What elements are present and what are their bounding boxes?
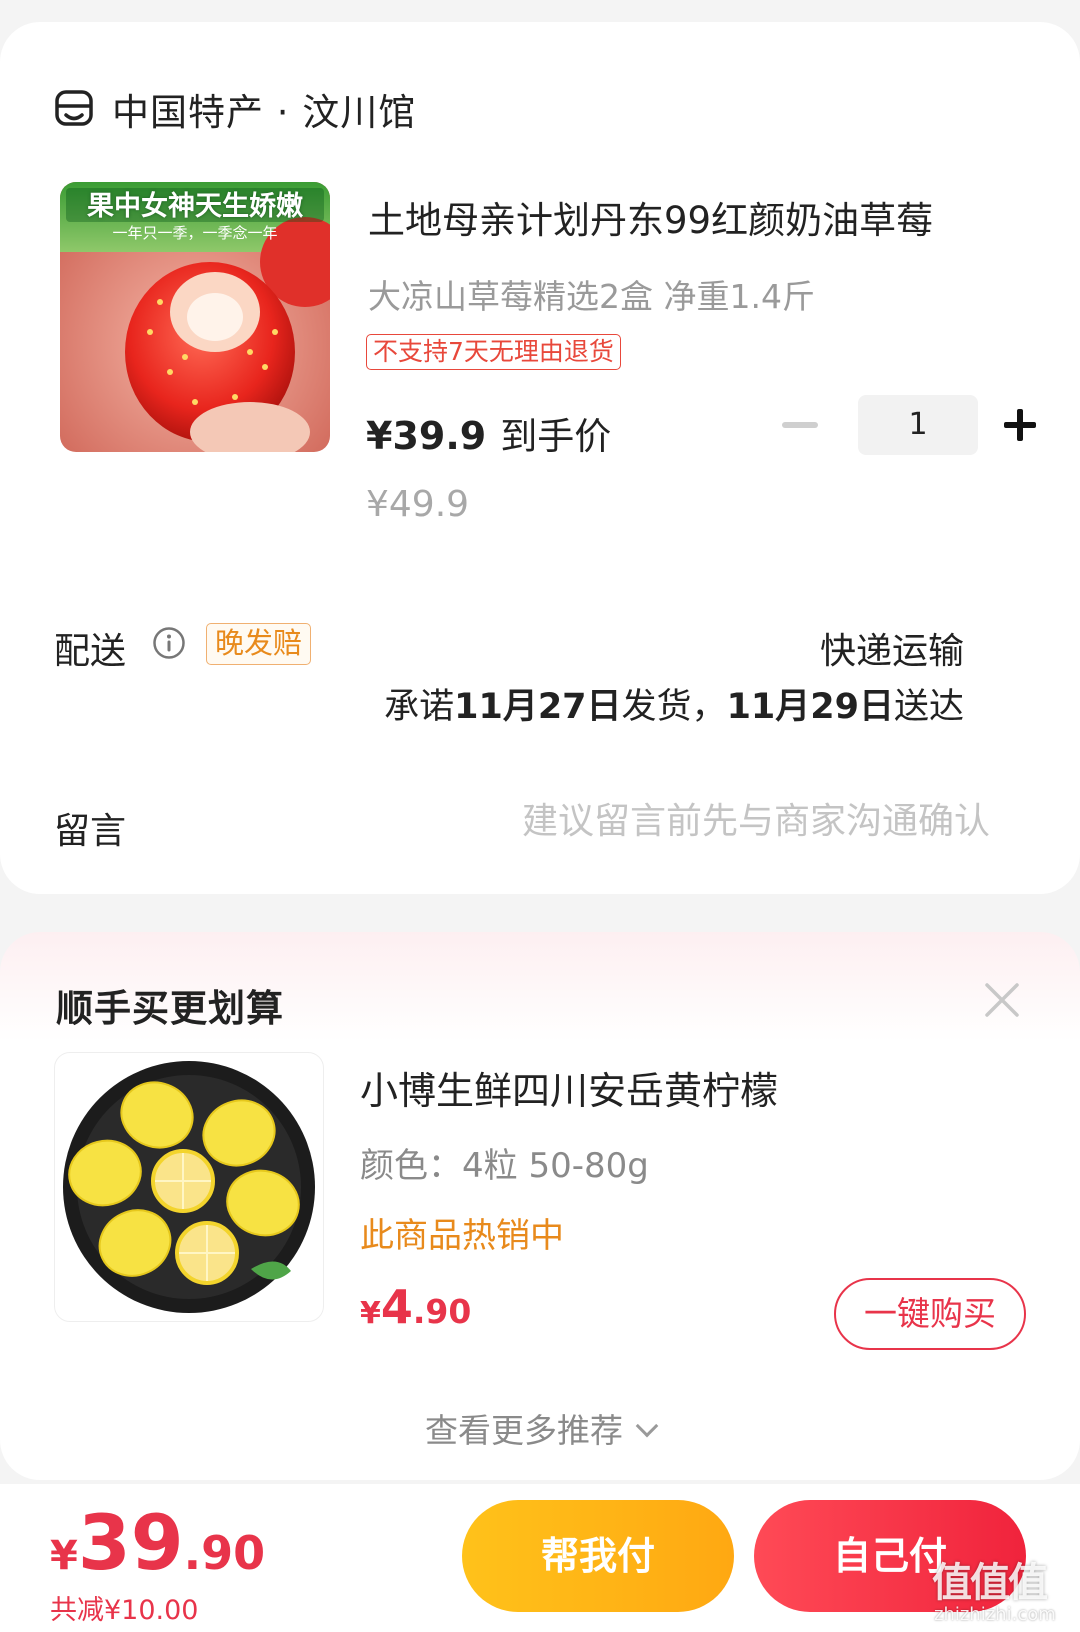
delivery-promise: 承诺11月27日发货，11月29日送达 bbox=[384, 678, 964, 729]
info-icon[interactable] bbox=[152, 626, 186, 660]
shop-icon bbox=[55, 90, 93, 126]
store-name: 中国特产 · 汶川馆 bbox=[112, 91, 417, 134]
ship-date: 11月27日 bbox=[454, 687, 622, 727]
recommend-card: 顺手买更划算 小博生鲜四川安岳黄柠檬 颜色：4粒 50-80g 此商品热销中 ¥… bbox=[0, 932, 1080, 1480]
recommend-item-image[interactable] bbox=[54, 1052, 324, 1322]
promise-suffix: 送达 bbox=[893, 687, 964, 727]
price-decimal: .90 bbox=[412, 1292, 472, 1331]
total-integer: 39 bbox=[77, 1498, 184, 1587]
recommend-title: 顺手买更划算 bbox=[56, 987, 284, 1030]
minus-icon[interactable] bbox=[782, 422, 818, 428]
product-spec[interactable]: 大凉山草莓精选2盒 净重1.4斤 bbox=[368, 270, 815, 318]
promise-mid: 发货， bbox=[621, 687, 727, 727]
original-price: ¥49.9 bbox=[366, 484, 470, 525]
more-recommendations-label: 查看更多推荐 bbox=[425, 1411, 623, 1450]
store-header[interactable]: 中国特产 · 汶川馆 bbox=[54, 86, 416, 134]
plus-icon[interactable] bbox=[1004, 409, 1036, 441]
image-banner-text: 果中女神天生娇嫩 bbox=[87, 191, 303, 222]
more-recommendations-link[interactable]: 查看更多推荐 bbox=[0, 1404, 1080, 1452]
one-click-buy-button[interactable]: 一键购买 bbox=[834, 1278, 1026, 1350]
promise-prefix: 承诺 bbox=[384, 687, 455, 727]
recommend-item-name[interactable]: 小博生鲜四川安岳黄柠檬 bbox=[360, 1060, 778, 1115]
message-input[interactable] bbox=[450, 796, 990, 846]
product-title[interactable]: 土地母亲计划丹东99红颜奶油草莓 bbox=[368, 190, 1008, 244]
recommend-item-price: ¥ 4 .90 bbox=[360, 1280, 471, 1334]
message-label: 留言 bbox=[54, 811, 127, 852]
final-price-label: 到手价 bbox=[500, 415, 612, 458]
price-symbol: ¥ bbox=[360, 1296, 381, 1331]
price-integer: 4 bbox=[380, 1280, 413, 1334]
close-icon[interactable] bbox=[982, 980, 1022, 1020]
final-price: ¥39.9 bbox=[366, 414, 487, 458]
total-decimal: .90 bbox=[183, 1526, 266, 1580]
checkout-bar: ¥ 39 .90 共减¥10.00 帮我付 自己付 bbox=[0, 1484, 1080, 1632]
site-watermark: 值值值 bbox=[932, 1560, 1048, 1606]
image-sub-text: 一年只一季，一季念一年 bbox=[112, 224, 278, 242]
chevron-down-icon bbox=[635, 1414, 659, 1438]
recommend-item-spec[interactable]: 颜色：4粒 50-80g bbox=[360, 1138, 649, 1187]
quantity-stepper: 1 bbox=[782, 394, 1036, 456]
delivery-method[interactable]: 快递运输 bbox=[820, 622, 964, 674]
delivery-label: 配送 bbox=[54, 631, 127, 672]
total-symbol: ¥ bbox=[50, 1533, 78, 1579]
quantity-value[interactable]: 1 bbox=[858, 395, 978, 455]
discount-amount[interactable]: 共减¥10.00 bbox=[50, 1588, 198, 1627]
total-price: ¥ 39 .90 bbox=[50, 1498, 265, 1587]
return-policy-tag: 不支持7天无理由退货 bbox=[366, 334, 621, 370]
price-row: ¥39.9 到手价 bbox=[366, 406, 611, 460]
help-me-pay-button[interactable]: 帮我付 bbox=[462, 1500, 734, 1612]
product-image[interactable]: 果中女神天生娇嫩 一年只一季，一季念一年 bbox=[60, 182, 330, 452]
arrive-date: 11月29日 bbox=[726, 687, 894, 727]
order-card: 中国特产 · 汶川馆 果中女神天生娇嫩 一年只一季，一季念一年 土地母亲计划丹东… bbox=[0, 22, 1080, 894]
site-watermark-url: zhizhizhi.com bbox=[934, 1604, 1056, 1625]
hot-selling-label: 此商品热销中 bbox=[360, 1216, 564, 1256]
late-compensation-badge: 晚发赔 bbox=[206, 623, 312, 665]
